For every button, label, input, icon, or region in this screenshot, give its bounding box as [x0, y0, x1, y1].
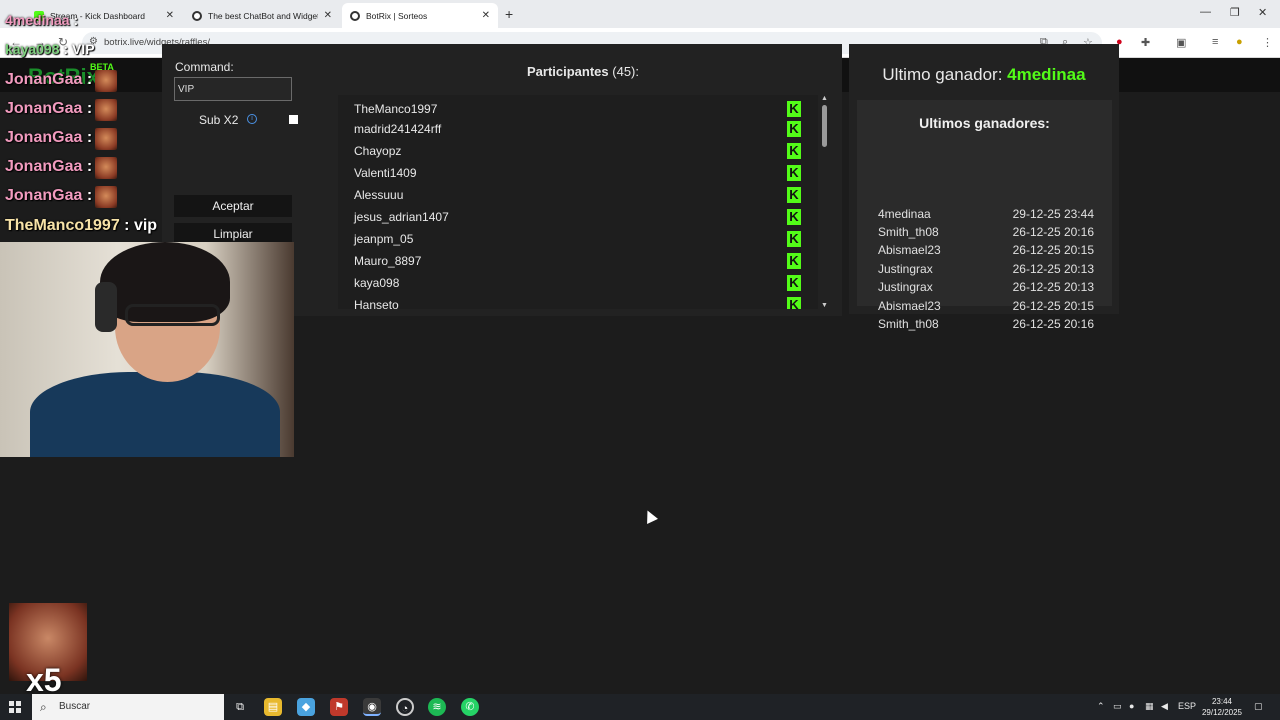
kick-platform-icon: K — [787, 187, 801, 203]
taskbar: ⌕ Buscar ⧉ ▤ ◆ ⚑ ◉ ◔ ≋ ✆ ⌃ ▭ ● ▦ ◀ ESP 2… — [0, 694, 1280, 720]
taskbar-search[interactable]: ⌕ Buscar — [32, 694, 224, 720]
notifications-icon[interactable]: ▢ — [1254, 701, 1263, 712]
sub-x2-label: Sub X2 — [199, 113, 239, 127]
chat-message: TheManco1997 : vip — [5, 217, 158, 234]
close-tab-icon[interactable]: ✕ — [166, 10, 174, 21]
scroll-up-icon[interactable]: ▲ — [821, 95, 828, 102]
list-item: Alessuuu K — [338, 183, 818, 205]
media-icon[interactable]: ≡ — [1212, 36, 1218, 48]
microphone-icon[interactable]: ● — [1129, 701, 1134, 711]
kick-platform-icon: K — [787, 253, 801, 269]
list-item: TheManco1997 K — [338, 97, 818, 119]
info-icon[interactable]: i — [247, 114, 257, 124]
kick-platform-icon: K — [787, 101, 801, 117]
spotify-icon[interactable]: ≋ — [428, 698, 446, 716]
chat-message: kaya098 : VIP — [5, 41, 95, 57]
language-indicator[interactable]: ESP — [1178, 701, 1196, 711]
chat-emote — [95, 186, 117, 208]
list-item: Hanseto K — [338, 293, 818, 309]
sub-x2-checkbox[interactable] — [289, 115, 298, 124]
winner-row: Justingrax 26-12-25 20:13 — [878, 262, 1094, 276]
minimize-icon[interactable]: — — [1200, 6, 1211, 18]
chat-message: 4medinaa : — [5, 12, 79, 28]
kick-platform-icon: K — [787, 165, 801, 181]
kick-platform-icon: K — [787, 231, 801, 247]
winner-row: Smith_th08 26-12-25 20:16 — [878, 317, 1094, 331]
cast-icon[interactable]: ▣ — [1176, 36, 1186, 49]
chat-emote — [95, 128, 117, 150]
task-view-icon[interactable]: ⧉ — [231, 698, 249, 716]
app-icon[interactable]: ◆ — [297, 698, 315, 716]
winner-row: Justingrax 26-12-25 20:13 — [878, 280, 1094, 294]
network-icon[interactable]: ▦ — [1145, 701, 1154, 712]
winner-row: 4medinaa 29-12-25 23:44 — [878, 207, 1094, 221]
file-explorer-icon[interactable]: ▤ — [264, 698, 282, 716]
close-tab-icon[interactable]: ✕ — [482, 10, 490, 21]
search-icon: ⌕ — [40, 700, 47, 714]
kick-platform-icon: K — [787, 209, 801, 225]
close-tab-icon[interactable]: ✕ — [324, 10, 332, 21]
chat-emote — [95, 157, 117, 179]
list-item: Mauro_8897 K — [338, 249, 818, 271]
botrix-favicon-icon — [350, 10, 360, 21]
headset-shape — [95, 282, 117, 332]
close-window-icon[interactable]: ✕ — [1258, 6, 1267, 19]
list-item: madrid241424rff K — [338, 117, 818, 139]
last-winner-name: 4medinaa — [1007, 65, 1086, 84]
tab-botrix-chatbot[interactable]: The best ChatBot and Widgets ✕ — [184, 3, 340, 28]
list-item: kaya098 K — [338, 271, 818, 293]
command-label: Command: — [175, 60, 234, 74]
chat-message: JonanGaa : — [5, 71, 93, 88]
profile-avatar-icon[interactable]: ● — [1236, 36, 1243, 48]
webcam-overlay — [0, 242, 294, 457]
menu-dots-icon[interactable]: ⋮ — [1262, 36, 1273, 49]
scrollbar-thumb[interactable] — [822, 105, 827, 147]
list-item: Valenti1409 K — [338, 161, 818, 183]
extensions-icon[interactable]: ✚ — [1141, 36, 1150, 49]
command-input[interactable] — [174, 77, 292, 101]
sub-x2-option: Sub X2 i — [174, 110, 298, 130]
winner-row: Smith_th08 26-12-25 20:16 — [878, 225, 1094, 239]
list-item: jesus_adrian1407 K — [338, 205, 818, 227]
botrix-favicon-icon — [192, 10, 202, 21]
chat-message: JonanGaa : — [5, 129, 93, 146]
participants-list[interactable]: TheManco1997 K madrid241424rff K Chayopz K … — [338, 95, 818, 309]
tab-botrix-sorteos[interactable]: BotRix | Sorteos ✕ — [342, 3, 498, 28]
chat-message: JonanGaa : — [5, 187, 93, 204]
chat-emote — [95, 70, 117, 92]
tray-chevron-icon[interactable]: ⌃ — [1097, 701, 1105, 712]
app-icon[interactable]: ◔ — [396, 698, 414, 716]
app-icon[interactable]: ⚑ — [330, 698, 348, 716]
restore-icon[interactable]: ❐ — [1230, 6, 1240, 19]
windows-start-icon[interactable] — [9, 701, 21, 713]
winner-row: Abismael23 26-12-25 20:15 — [878, 243, 1094, 257]
chat-message: JonanGaa : — [5, 158, 93, 175]
kick-platform-icon: K — [787, 275, 801, 291]
chat-message: JonanGaa : — [5, 100, 93, 117]
chat-emote — [95, 99, 117, 121]
last-winner-heading: Ultimo ganador: 4medinaa — [882, 65, 1086, 84]
participants-scrollbar[interactable]: ▲ ▼ — [820, 95, 830, 309]
accept-button[interactable]: Aceptar — [174, 195, 292, 217]
list-item: Chayopz K — [338, 139, 818, 161]
kick-platform-icon: K — [787, 297, 801, 309]
kick-platform-icon: K — [787, 143, 801, 159]
tray-app-icon[interactable]: ▭ — [1113, 701, 1122, 712]
participants-title: Participantes (45): — [526, 64, 639, 79]
chrome-icon[interactable]: ◉ — [363, 698, 381, 716]
winners-list-title: Ultimos ganadores: — [919, 115, 1050, 131]
taskbar-clock[interactable]: 23:44 29/12/2025 — [1200, 696, 1244, 718]
whatsapp-icon[interactable]: ✆ — [461, 698, 479, 716]
browser-tab-bar: Stream - Kick Dashboard ✕ The best ChatB… — [0, 0, 1280, 28]
list-item: jeanpm_05 K — [338, 227, 818, 249]
scroll-down-icon[interactable]: ▼ — [821, 302, 828, 309]
winner-row: Abismael23 26-12-25 20:15 — [878, 299, 1094, 313]
new-tab-icon[interactable]: + — [505, 6, 513, 22]
kick-platform-icon: K — [787, 121, 801, 137]
volume-icon[interactable]: ◀ — [1161, 701, 1168, 712]
